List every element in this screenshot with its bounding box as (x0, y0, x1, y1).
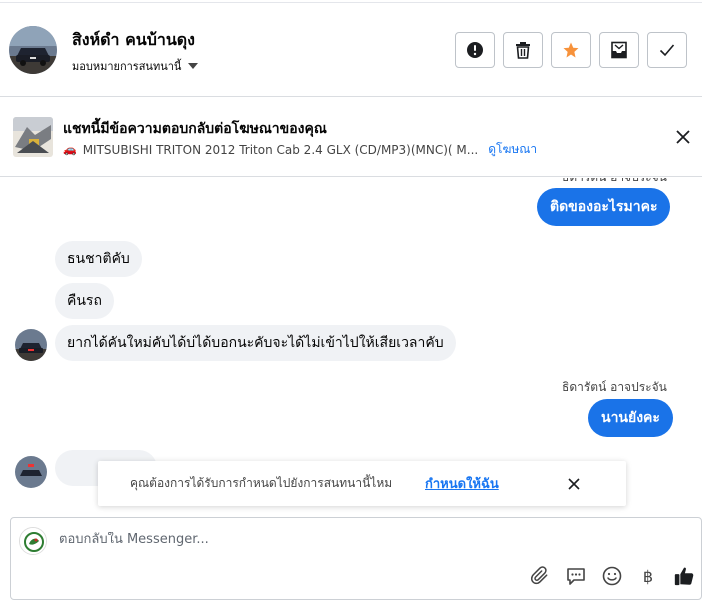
close-reminder-button[interactable] (564, 474, 584, 494)
assign-label: มอบหมายการสนทนานี้ (72, 60, 182, 73)
emoji-button[interactable] (601, 564, 623, 588)
delete-button[interactable] (503, 32, 543, 68)
star-button[interactable] (551, 32, 591, 68)
reply-input[interactable] (59, 532, 619, 547)
saved-replies-button[interactable] (565, 564, 587, 588)
ad-info: 🚗 MITSUBISHI TRITON 2012 Triton Cab 2.4 … (63, 140, 537, 159)
move-to-inbox-button[interactable] (599, 32, 639, 68)
message-incoming[interactable]: ยากได้คันใหม่คับได้บ่ได้บอกนะคับจะได้ไม่… (55, 325, 456, 361)
page-avatar (19, 527, 47, 555)
speech-bubble-icon (567, 568, 585, 585)
payment-baht-button[interactable]: ฿ (637, 564, 659, 588)
conversation-header: สิงห์ดำ คนบ้านดุง มอบหมายการสนทนานี้ (0, 0, 702, 97)
message-incoming[interactable]: คืนรถ (55, 283, 114, 319)
sender-label-partial: ธิดารัตน์ อาจประจัน (562, 178, 667, 187)
close-banner-button[interactable] (672, 126, 694, 148)
like-button[interactable] (673, 564, 695, 588)
attach-button[interactable] (529, 564, 551, 588)
conversation-actions (455, 32, 687, 68)
assign-reminder-toast: คุณต้องการได้รับการกำหนดไปยังการสนทนานี้… (98, 461, 626, 506)
divider (0, 2, 702, 3)
close-icon (568, 478, 580, 490)
message-outgoing[interactable]: ติดของอะไรมาคะ (537, 188, 671, 226)
smiley-icon (602, 566, 622, 586)
caret-down-icon (188, 63, 199, 69)
contact-avatar-small (15, 456, 47, 488)
star-icon (563, 42, 579, 58)
mark-done-button[interactable] (647, 32, 687, 68)
contact-avatar[interactable] (9, 26, 57, 74)
ad-text: MITSUBISHI TRITON 2012 Triton Cab 2.4 GL… (82, 142, 479, 157)
view-ad-link[interactable]: ดูโฆษณา (488, 140, 537, 159)
assign-to-me-link[interactable]: กำหนดให้ฉัน (425, 473, 499, 494)
trash-icon (516, 42, 530, 59)
ad-reply-banner: แชทนี้มีข้อความตอบกลับต่อโฆษณาของคุณ 🚗 M… (0, 98, 702, 177)
close-icon (676, 130, 690, 144)
reply-composer: ฿ (10, 517, 702, 600)
banner-title: แชทนี้มีข้อความตอบกลับต่อโฆษณาของคุณ (63, 121, 327, 137)
assign-dropdown[interactable]: มอบหมายการสนทนานี้ (72, 57, 199, 75)
sender-label: ธิดารัตน์ อาจประจัน (562, 380, 667, 394)
inbox-icon (611, 41, 627, 59)
ad-thumbnail[interactable] (13, 117, 53, 157)
message-outgoing[interactable]: นานยังคะ (588, 399, 673, 437)
contact-name[interactable]: สิงห์ดำ คนบ้านดุง (72, 28, 195, 53)
contact-avatar-small (15, 329, 47, 361)
check-icon (659, 44, 675, 57)
composer-tools: ฿ (529, 564, 695, 588)
mark-spam-button[interactable] (455, 32, 495, 68)
reminder-text: คุณต้องการได้รับการกำหนดไปยังการสนทนานี้… (130, 476, 393, 490)
thumbs-up-icon (674, 567, 694, 586)
exclamation-circle-icon (467, 42, 483, 58)
car-icon: 🚗 (63, 143, 77, 156)
message-incoming[interactable]: ธนชาติคับ (55, 241, 142, 277)
paperclip-icon (530, 566, 548, 585)
